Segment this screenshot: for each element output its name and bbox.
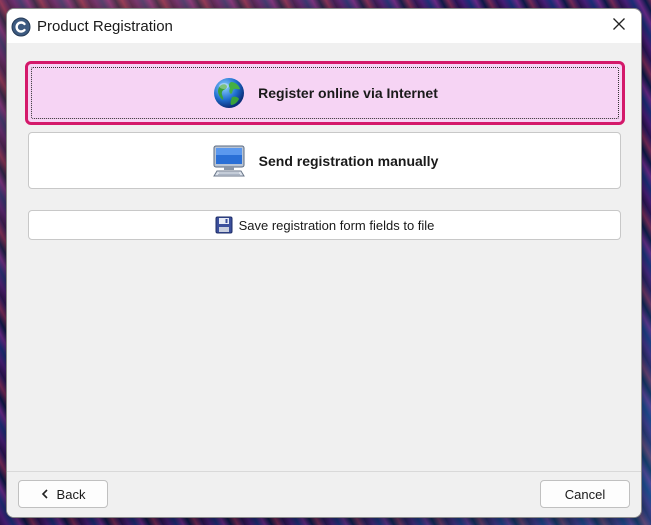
send-manually-button[interactable]: Send registration manually <box>28 132 621 189</box>
close-icon <box>612 17 626 36</box>
close-button[interactable] <box>597 9 641 43</box>
register-online-button[interactable]: Register online via Internet <box>25 61 625 125</box>
send-manually-label: Send registration manually <box>258 152 439 169</box>
cancel-label: Cancel <box>564 486 606 502</box>
save-to-file-button[interactable]: Save registration form fields to file <box>28 210 621 240</box>
register-online-label: Register online via Internet <box>258 85 438 101</box>
floppy-disk-icon <box>215 216 233 234</box>
c-logo-icon <box>11 17 31 37</box>
back-label: Back <box>56 486 86 502</box>
cancel-button[interactable]: Cancel <box>540 480 630 508</box>
chevron-left-icon <box>41 489 49 499</box>
back-button[interactable]: Back <box>18 480 108 508</box>
globe-icon <box>212 76 246 110</box>
save-to-file-label: Save registration form fields to file <box>238 217 435 233</box>
registration-dialog: Product Registration Register online via… <box>6 8 642 518</box>
dialog-footer: Back Cancel <box>7 472 641 517</box>
title-bar: Product Registration <box>7 9 641 43</box>
dialog-content: Register online via Internet Send regist… <box>7 43 641 471</box>
computer-icon <box>211 144 247 178</box>
window-title: Product Registration <box>37 18 173 35</box>
